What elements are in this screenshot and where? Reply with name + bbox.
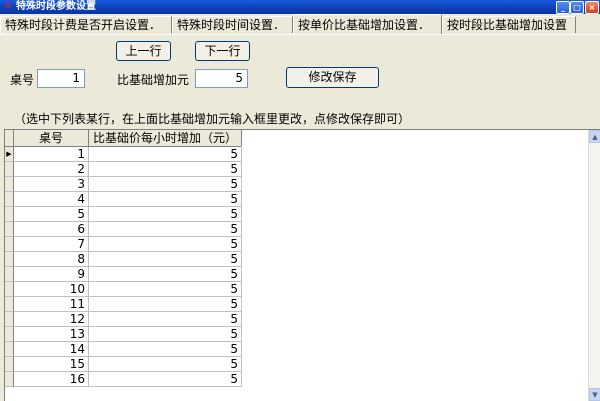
table-row[interactable]: 13 5: [5, 327, 242, 342]
cell-increase-amount[interactable]: 5: [89, 162, 242, 177]
tab-strip: 特殊时段计费是否开启设置． 特殊时段时间设置． 按单价比基础增加设置． 按时段比…: [0, 14, 600, 35]
row-indicator[interactable]: [5, 162, 14, 177]
cell-table-number[interactable]: 13: [14, 327, 89, 342]
cell-table-number[interactable]: 3: [14, 177, 89, 192]
table-row[interactable]: 85: [5, 252, 242, 267]
row-indicator[interactable]: [5, 252, 14, 267]
cell-increase-amount[interactable]: 5: [89, 177, 242, 192]
cell-increase-amount[interactable]: 5: [89, 222, 242, 237]
vertical-scrollbar[interactable]: ▲ ▼: [588, 130, 600, 401]
cell-increase-amount[interactable]: 5: [89, 147, 242, 162]
row-indicator[interactable]: [5, 312, 14, 327]
row-indicator[interactable]: [5, 282, 14, 297]
row-indicator[interactable]: [5, 237, 14, 252]
tab-special-billing-enable[interactable]: 特殊时段计费是否开启设置．: [0, 16, 172, 33]
cell-increase-amount[interactable]: 5: [89, 207, 242, 222]
cell-increase-amount[interactable]: 5: [89, 342, 242, 357]
save-button[interactable]: 修改保存: [286, 67, 379, 88]
cell-increase-amount[interactable]: 5: [89, 327, 242, 342]
cell-increase-amount[interactable]: 5: [89, 372, 242, 387]
cell-increase-amount[interactable]: 5: [89, 252, 242, 267]
cell-table-number[interactable]: 1: [14, 147, 89, 162]
cell-increase-amount[interactable]: 5: [89, 312, 242, 327]
cell-increase-amount[interactable]: 5: [89, 237, 242, 252]
table-row[interactable]: 95: [5, 267, 242, 282]
next-row-button[interactable]: 下一行: [195, 41, 250, 61]
cell-increase-amount[interactable]: 5: [89, 192, 242, 207]
table-row[interactable]: 10 5: [5, 282, 242, 297]
table-number-field[interactable]: 1: [37, 69, 85, 88]
table-row[interactable]: 75: [5, 237, 242, 252]
row-indicator[interactable]: [5, 372, 14, 387]
table-row[interactable]: 35: [5, 177, 242, 192]
cell-increase-amount[interactable]: 5: [89, 297, 242, 312]
column-header-increase[interactable]: 比基础价每小时增加（元）: [89, 130, 242, 146]
increase-amount-label: 比基础增加元: [117, 73, 190, 87]
instruction-text: （选中下列表某行，在上面比基础增加元输入框里更改，点修改保存即可）: [14, 112, 411, 126]
cell-increase-amount[interactable]: 5: [89, 357, 242, 372]
row-indicator[interactable]: [5, 177, 14, 192]
row-indicator[interactable]: [5, 192, 14, 207]
table-row[interactable]: 65: [5, 222, 242, 237]
row-indicator[interactable]: [5, 267, 14, 282]
increase-amount-field[interactable]: 5: [195, 69, 248, 88]
cell-table-number[interactable]: 4: [14, 192, 89, 207]
tab-special-time[interactable]: 特殊时段时间设置．: [172, 16, 293, 33]
table-row[interactable]: 15 5: [5, 357, 242, 372]
row-indicator[interactable]: [5, 327, 14, 342]
cell-table-number[interactable]: 6: [14, 222, 89, 237]
table-row[interactable]: 16 5: [5, 372, 242, 387]
row-indicator[interactable]: [5, 342, 14, 357]
row-indicator[interactable]: [5, 222, 14, 237]
row-indicator[interactable]: [5, 207, 14, 222]
cell-table-number[interactable]: 16: [14, 372, 89, 387]
table-row[interactable]: 55: [5, 207, 242, 222]
table-row[interactable]: 14 5: [5, 342, 242, 357]
cell-table-number[interactable]: 2: [14, 162, 89, 177]
table-row[interactable]: 45: [5, 192, 242, 207]
table-row[interactable]: 25: [5, 162, 242, 177]
prev-row-button[interactable]: 上一行: [116, 41, 171, 61]
scroll-up-arrow-icon[interactable]: ▲: [589, 130, 600, 143]
table-number-label: 桌号: [10, 73, 35, 87]
app-icon: ✕: [3, 1, 13, 12]
table-row[interactable]: ▶ 1 5: [5, 147, 242, 162]
row-indicator[interactable]: [5, 357, 14, 372]
cell-table-number[interactable]: 12: [14, 312, 89, 327]
cell-table-number[interactable]: 8: [14, 252, 89, 267]
window-title: 特殊时段参数设置: [16, 1, 96, 12]
maximize-button[interactable]: □: [570, 1, 584, 14]
title-bar: ✕ 特殊时段参数设置 _ □ ×: [0, 0, 600, 14]
cell-table-number[interactable]: 15: [14, 357, 89, 372]
cell-table-number[interactable]: 14: [14, 342, 89, 357]
tab-unit-price-increase[interactable]: 按单价比基础增加设置．: [293, 14, 442, 34]
grid-header: 桌号 比基础价每小时增加（元）: [5, 130, 242, 147]
table-row[interactable]: 12 5: [5, 312, 242, 327]
cell-table-number[interactable]: 11: [14, 297, 89, 312]
cell-table-number[interactable]: 7: [14, 237, 89, 252]
table-row[interactable]: 11 5: [5, 297, 242, 312]
minimize-button[interactable]: _: [556, 1, 570, 14]
data-grid[interactable]: 桌号 比基础价每小时增加（元） ▶ 1 5 2 5 3 5 4 5 5 5 6 5 7 5 8 5 9 5 10 5 11…: [4, 129, 600, 401]
column-header-table-number[interactable]: 桌号: [14, 130, 89, 146]
scroll-down-arrow-icon[interactable]: ▼: [589, 388, 600, 401]
cell-table-number[interactable]: 9: [14, 267, 89, 282]
cell-increase-amount[interactable]: 5: [89, 267, 242, 282]
header-indicator-cell: [5, 130, 14, 146]
cell-table-number[interactable]: 10: [14, 282, 89, 297]
current-row-arrow-icon[interactable]: ▶: [5, 147, 14, 162]
row-indicator[interactable]: [5, 297, 14, 312]
tab-period-increase[interactable]: 按时段比基础增加设置: [442, 16, 576, 33]
cell-table-number[interactable]: 5: [14, 207, 89, 222]
close-button[interactable]: ×: [585, 1, 599, 14]
cell-increase-amount[interactable]: 5: [89, 282, 242, 297]
